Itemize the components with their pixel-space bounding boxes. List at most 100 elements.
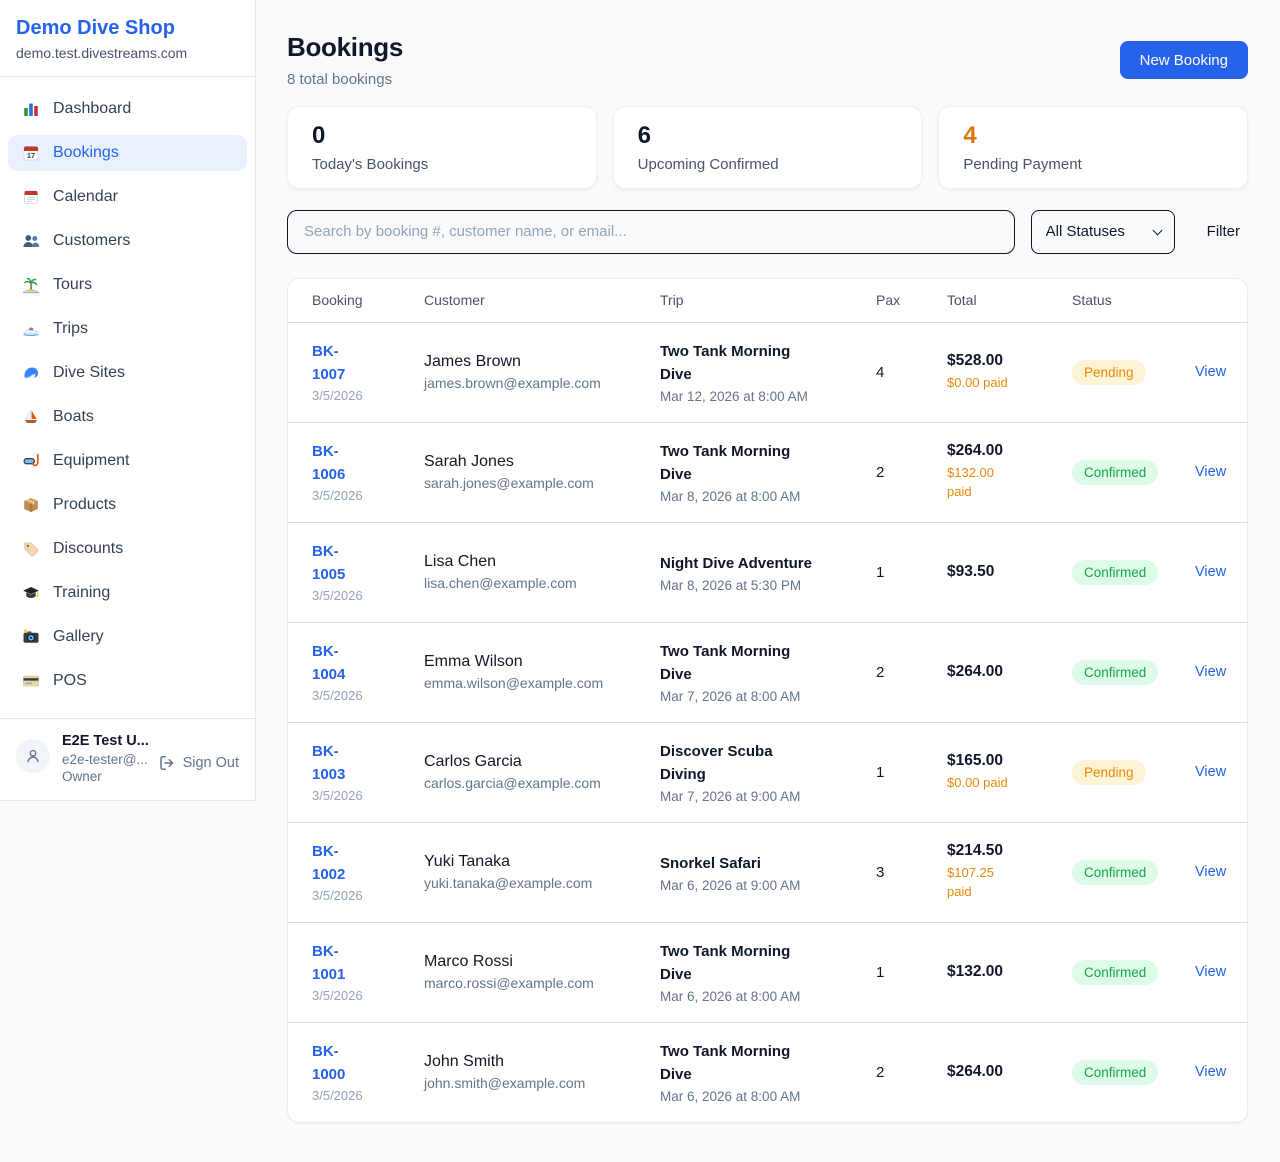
avatar — [16, 739, 50, 773]
pax-count: 3 — [876, 864, 947, 881]
view-link[interactable]: View — [1195, 864, 1225, 880]
sidebar-nav: Dashboard 17Bookings Calendar Customers Tour… — [0, 77, 255, 715]
booking-id-link[interactable]: BK-1000 — [312, 1041, 369, 1086]
island-icon — [22, 276, 40, 294]
booking-date: 3/5/2026 — [312, 388, 424, 403]
status-badge: Confirmed — [1072, 460, 1158, 485]
sidebar-item-label: Products — [53, 496, 116, 514]
customer-email: carlos.garcia@example.com — [424, 775, 660, 791]
booking-date: 3/5/2026 — [312, 688, 424, 703]
view-link[interactable]: View — [1195, 764, 1225, 780]
booking-id-link[interactable]: BK-1007 — [312, 341, 369, 386]
sidebar-item-boats[interactable]: Boats — [8, 399, 247, 435]
sidebar-item-pos[interactable]: POS — [8, 663, 247, 699]
trip-datetime: Mar 8, 2026 at 5:30 PM — [660, 578, 876, 593]
table-body: BK-1007 3/5/2026 James Brown james.brown… — [288, 322, 1247, 1122]
page-title: Bookings — [287, 33, 403, 63]
customer-email: lisa.chen@example.com — [424, 575, 660, 591]
table-row: BK-1006 3/5/2026 Sarah Jones sarah.jones… — [288, 422, 1247, 522]
stat-value: 4 — [963, 122, 1223, 151]
trip-name: Discover Scuba Diving — [660, 740, 818, 787]
booking-paid: $0.00 paid — [947, 374, 1021, 393]
calendar-icon: 17 — [22, 144, 40, 162]
sidebar-item-customers[interactable]: Customers — [8, 223, 247, 259]
status-badge: Confirmed — [1072, 960, 1158, 985]
stat-card-upcoming-confirmed: 6Upcoming Confirmed — [613, 106, 923, 189]
sidebar-item-label: Dive Sites — [53, 364, 125, 382]
trip-datetime: Mar 6, 2026 at 8:00 AM — [660, 989, 876, 1004]
page-header: Bookings 8 total bookings New Booking — [287, 33, 1248, 88]
view-link[interactable]: View — [1195, 464, 1225, 480]
booking-date: 3/5/2026 — [312, 488, 424, 503]
trip-name: Snorkel Safari — [660, 852, 818, 875]
customer-email: yuki.tanaka@example.com — [424, 875, 660, 891]
pax-count: 1 — [876, 564, 947, 581]
booking-id-link[interactable]: BK-1002 — [312, 841, 369, 886]
status-badge: Confirmed — [1072, 560, 1158, 585]
booking-paid: $107.25 paid — [947, 864, 1021, 902]
sidebar-item-trips[interactable]: Trips — [8, 311, 247, 347]
booking-id-link[interactable]: BK-1004 — [312, 641, 369, 686]
pax-count: 2 — [876, 464, 947, 481]
search-input[interactable] — [287, 210, 1015, 254]
sidebar-item-dive-sites[interactable]: Dive Sites — [8, 355, 247, 391]
table-row: BK-1001 3/5/2026 Marco Rossi marco.rossi… — [288, 922, 1247, 1022]
user-footer: E2E Test U... e2e-tester@... Owner Sign … — [0, 718, 255, 800]
sidebar-item-calendar[interactable]: Calendar — [8, 179, 247, 215]
booking-total: $132.00 — [947, 963, 1072, 981]
table-row: BK-1005 3/5/2026 Lisa Chen lisa.chen@exa… — [288, 522, 1247, 622]
user-name: E2E Test U... — [62, 733, 149, 749]
booking-paid: $0.00 paid — [947, 774, 1021, 793]
brand: Demo Dive Shop demo.test.divestreams.com — [0, 0, 255, 77]
sign-out-button[interactable]: Sign Out — [158, 754, 239, 772]
booking-id-link[interactable]: BK-1001 — [312, 941, 369, 986]
trip-name: Two Tank Morning Dive — [660, 640, 818, 687]
customer-name: Marco Rossi — [424, 953, 660, 971]
view-link[interactable]: View — [1195, 364, 1225, 380]
sidebar-item-label: Calendar — [53, 188, 118, 206]
pax-count: 4 — [876, 364, 947, 381]
column-header-total: Total — [947, 292, 1072, 308]
column-header-customer: Customer — [424, 292, 660, 308]
table-row: BK-1007 3/5/2026 James Brown james.brown… — [288, 322, 1247, 422]
sidebar-item-products[interactable]: Products — [8, 487, 247, 523]
status-filter-select[interactable]: All Statuses — [1031, 210, 1175, 254]
booking-id-link[interactable]: BK-1006 — [312, 441, 369, 486]
sidebar-item-dashboard[interactable]: Dashboard — [8, 91, 247, 127]
sidebar-item-discounts[interactable]: Discounts — [8, 531, 247, 567]
filter-button[interactable]: Filter — [1199, 215, 1248, 248]
sidebar-item-tours[interactable]: Tours — [8, 267, 247, 303]
view-link[interactable]: View — [1195, 564, 1225, 580]
user-info: E2E Test U... e2e-tester@... Owner — [62, 733, 149, 784]
sidebar-item-equipment[interactable]: Equipment — [8, 443, 247, 479]
sidebar-item-label: Dashboard — [53, 100, 131, 118]
view-link[interactable]: View — [1195, 964, 1225, 980]
customer-email: emma.wilson@example.com — [424, 675, 660, 691]
table-row: BK-1004 3/5/2026 Emma Wilson emma.wilson… — [288, 622, 1247, 722]
sidebar-item-training[interactable]: Training — [8, 575, 247, 611]
trip-name: Two Tank Morning Dive — [660, 940, 818, 987]
stat-value: 6 — [638, 122, 898, 151]
sidebar-item-gallery[interactable]: Gallery — [8, 619, 247, 655]
booking-id-link[interactable]: BK-1003 — [312, 741, 369, 786]
filters-row: All Statuses Filter — [287, 210, 1248, 254]
sidebar-item-label: POS — [53, 672, 87, 690]
graduation-cap-icon — [22, 584, 40, 602]
sidebar-item-label: Discounts — [53, 540, 123, 558]
view-link[interactable]: View — [1195, 664, 1225, 680]
sidebar-item-bookings[interactable]: 17Bookings — [8, 135, 247, 171]
booking-total: $214.50 — [947, 842, 1072, 860]
stat-label: Pending Payment — [963, 156, 1223, 173]
booking-total: $528.00 — [947, 352, 1072, 370]
sidebar-item-label: Training — [53, 584, 110, 602]
new-booking-button[interactable]: New Booking — [1120, 41, 1248, 79]
booking-id-link[interactable]: BK-1005 — [312, 541, 369, 586]
column-header-booking: Booking — [312, 292, 424, 308]
view-link[interactable]: View — [1195, 1064, 1225, 1080]
brand-name: Demo Dive Shop — [16, 17, 239, 40]
tear-off-calendar-icon — [22, 188, 40, 206]
page-subtitle: 8 total bookings — [287, 71, 403, 88]
column-header-pax: Pax — [876, 292, 947, 308]
sidebar-item-label: Trips — [53, 320, 88, 338]
booking-date: 3/5/2026 — [312, 588, 424, 603]
